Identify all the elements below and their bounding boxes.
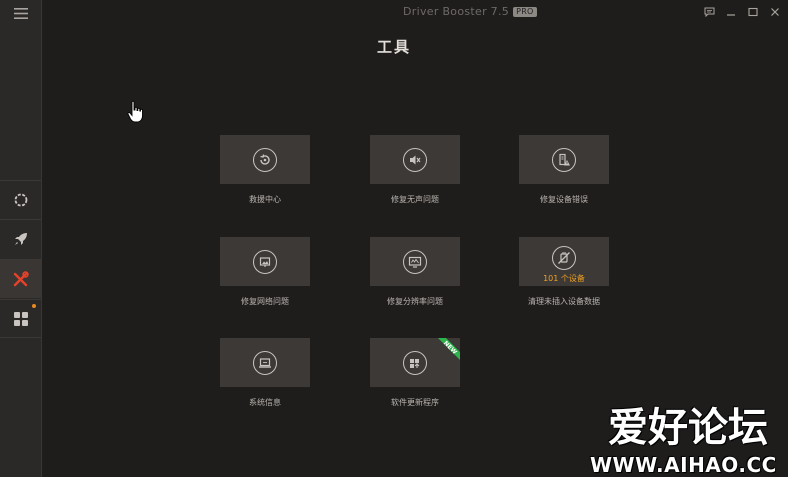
notification-dot (32, 304, 36, 308)
sidebar (0, 0, 42, 477)
close-button[interactable] (768, 5, 782, 19)
device-warning-icon (552, 147, 576, 172)
tool-tile-clean-unplugged-devices[interactable]: 101 个设备 (519, 237, 609, 286)
circle-dots-icon (14, 193, 27, 207)
sidebar-item-scan[interactable] (0, 180, 41, 219)
window-controls (702, 5, 782, 19)
rocket-icon (14, 233, 27, 245)
tools-icon (13, 270, 29, 286)
page-title: 工具 (376, 38, 411, 56)
minimize-button[interactable] (724, 5, 738, 19)
feedback-icon (704, 7, 714, 17)
tool-label-rescue-center: 救援中心 (249, 195, 281, 204)
tool-label-fix-device-error: 修复设备错误 (540, 195, 588, 204)
close-icon (771, 8, 779, 16)
sidebar-item-tools[interactable] (0, 259, 41, 298)
tool-tile-fix-network[interactable] (220, 237, 310, 286)
tool-tile-fix-no-sound[interactable] (370, 135, 460, 184)
usb-unplugged-icon (552, 245, 576, 270)
pro-badge: PRO (513, 6, 537, 17)
tool-label-fix-no-sound: 修复无声问题 (391, 195, 439, 204)
menu-button[interactable] (0, 0, 41, 26)
sidebar-item-boost[interactable] (0, 219, 41, 258)
tool-tile-fix-device-error[interactable] (519, 135, 609, 184)
app-title: Driver Booster 7.5 PRO (403, 5, 537, 18)
network-icon (253, 249, 277, 274)
tool-tile-rescue-center[interactable] (220, 135, 310, 184)
app-title-text: Driver Booster 7.5 (403, 5, 510, 18)
tool-tile-fix-resolution[interactable] (370, 237, 460, 286)
minimize-icon (727, 14, 735, 16)
tool-label-system-info: 系统信息 (249, 398, 281, 407)
maximize-button[interactable] (746, 5, 760, 19)
restore-icon (253, 147, 277, 172)
software-update-icon (403, 350, 427, 375)
monitor-icon (403, 249, 427, 274)
sidebar-item-action-center[interactable] (0, 299, 41, 338)
mute-speaker-icon (403, 147, 427, 172)
tool-label-fix-network: 修复网络问题 (241, 297, 289, 306)
tool-label-software-updater: 软件更新程序 (391, 398, 439, 407)
feedback-button[interactable] (702, 5, 716, 19)
watermark: 爱好论坛 WWW.AIHAO.CC (590, 404, 788, 477)
new-ribbon: NEW (438, 338, 460, 360)
watermark-cn: 爱好论坛 (608, 405, 768, 451)
title-bar: Driver Booster 7.5 PRO (41, 0, 788, 24)
watermark-en: WWW.AIHAO.CC (590, 453, 777, 477)
tool-tile-system-info[interactable] (220, 338, 310, 387)
laptop-icon (253, 350, 277, 375)
tool-tile-software-updater[interactable]: NEW (370, 338, 460, 387)
device-count: 101 个设备 (543, 274, 585, 283)
tool-label-clean-unplugged-devices: 清理未插入设备数据 (528, 297, 600, 306)
hand-cursor-icon (127, 100, 143, 123)
hamburger-icon (13, 7, 28, 19)
maximize-icon (748, 7, 758, 17)
grid-icon (13, 311, 28, 326)
tool-label-fix-resolution: 修复分辨率问题 (387, 297, 443, 306)
